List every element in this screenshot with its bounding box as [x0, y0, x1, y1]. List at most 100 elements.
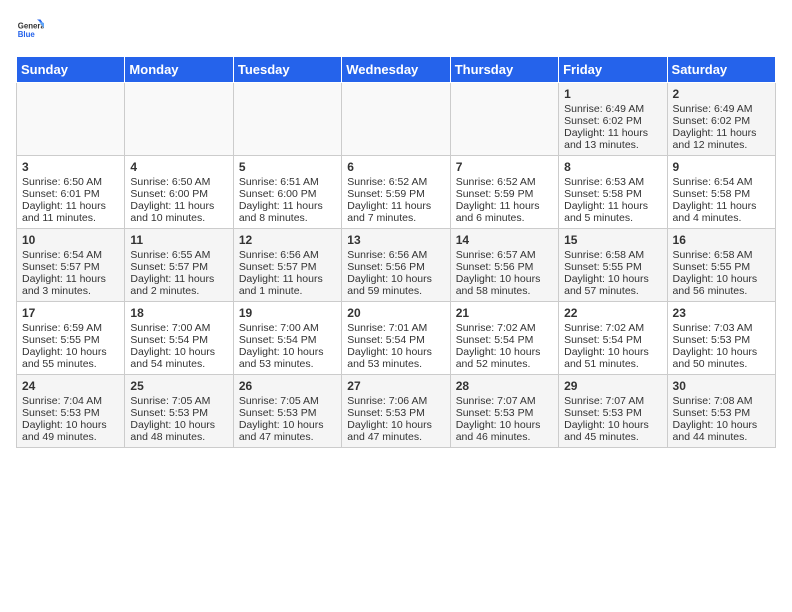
calendar-cell — [342, 83, 450, 156]
day-number: 3 — [22, 160, 119, 174]
weekday-header-sunday: Sunday — [17, 57, 125, 83]
day-info: Daylight: 10 hours and 50 minutes. — [673, 346, 770, 370]
day-info: Sunrise: 6:51 AM — [239, 176, 336, 188]
day-info: Sunset: 5:57 PM — [22, 261, 119, 273]
day-info: Sunset: 5:59 PM — [347, 188, 444, 200]
day-info: Sunrise: 7:01 AM — [347, 322, 444, 334]
day-info: Daylight: 10 hours and 55 minutes. — [22, 346, 119, 370]
calendar-cell: 13Sunrise: 6:56 AMSunset: 5:56 PMDayligh… — [342, 229, 450, 302]
weekday-header-saturday: Saturday — [667, 57, 775, 83]
day-info: Daylight: 10 hours and 53 minutes. — [239, 346, 336, 370]
day-number: 8 — [564, 160, 661, 174]
calendar-cell: 17Sunrise: 6:59 AMSunset: 5:55 PMDayligh… — [17, 302, 125, 375]
day-info: Sunset: 5:57 PM — [239, 261, 336, 273]
calendar-cell: 21Sunrise: 7:02 AMSunset: 5:54 PMDayligh… — [450, 302, 558, 375]
day-info: Sunset: 5:54 PM — [130, 334, 227, 346]
day-info: Daylight: 10 hours and 53 minutes. — [347, 346, 444, 370]
weekday-header-friday: Friday — [559, 57, 667, 83]
calendar-cell: 15Sunrise: 6:58 AMSunset: 5:55 PMDayligh… — [559, 229, 667, 302]
calendar-cell — [450, 83, 558, 156]
day-info: Sunrise: 6:58 AM — [673, 249, 770, 261]
day-info: Sunrise: 6:49 AM — [673, 103, 770, 115]
day-info: Daylight: 11 hours and 5 minutes. — [564, 200, 661, 224]
calendar-cell: 11Sunrise: 6:55 AMSunset: 5:57 PMDayligh… — [125, 229, 233, 302]
calendar-cell: 2Sunrise: 6:49 AMSunset: 6:02 PMDaylight… — [667, 83, 775, 156]
calendar-cell: 22Sunrise: 7:02 AMSunset: 5:54 PMDayligh… — [559, 302, 667, 375]
day-info: Daylight: 11 hours and 12 minutes. — [673, 127, 770, 151]
day-number: 6 — [347, 160, 444, 174]
day-info: Sunrise: 7:07 AM — [456, 395, 553, 407]
logo: General Blue — [16, 16, 48, 44]
day-info: Sunrise: 7:02 AM — [564, 322, 661, 334]
day-info: Sunrise: 7:03 AM — [673, 322, 770, 334]
day-info: Sunrise: 6:59 AM — [22, 322, 119, 334]
calendar-cell: 25Sunrise: 7:05 AMSunset: 5:53 PMDayligh… — [125, 375, 233, 448]
day-info: Sunrise: 6:49 AM — [564, 103, 661, 115]
day-info: Daylight: 11 hours and 13 minutes. — [564, 127, 661, 151]
calendar-cell: 30Sunrise: 7:08 AMSunset: 5:53 PMDayligh… — [667, 375, 775, 448]
day-info: Daylight: 10 hours and 58 minutes. — [456, 273, 553, 297]
day-info: Sunset: 6:02 PM — [564, 115, 661, 127]
day-info: Sunset: 5:54 PM — [564, 334, 661, 346]
weekday-header-monday: Monday — [125, 57, 233, 83]
day-info: Sunset: 5:54 PM — [347, 334, 444, 346]
day-info: Daylight: 10 hours and 51 minutes. — [564, 346, 661, 370]
calendar-cell: 5Sunrise: 6:51 AMSunset: 6:00 PMDaylight… — [233, 156, 341, 229]
day-info: Daylight: 10 hours and 52 minutes. — [456, 346, 553, 370]
day-info: Daylight: 11 hours and 1 minute. — [239, 273, 336, 297]
day-info: Daylight: 11 hours and 11 minutes. — [22, 200, 119, 224]
day-info: Sunset: 5:56 PM — [347, 261, 444, 273]
calendar-cell: 8 Sunrise: 6:53 AMSunset: 5:58 PMDaylight… — [559, 156, 667, 229]
calendar-table: SundayMondayTuesdayWednesdayThursdayFrid… — [16, 56, 776, 448]
calendar-cell: 10Sunrise: 6:54 AMSunset: 5:57 PMDayligh… — [17, 229, 125, 302]
day-number: 16 — [673, 233, 770, 247]
day-info: Sunrise: 7:05 AM — [130, 395, 227, 407]
day-info: Sunset: 6:00 PM — [130, 188, 227, 200]
day-info: Daylight: 10 hours and 54 minutes. — [130, 346, 227, 370]
logo-icon: General Blue — [16, 16, 44, 44]
calendar-cell: 9Sunrise: 6:54 AMSunset: 5:58 PMDaylight… — [667, 156, 775, 229]
day-info: Sunrise: 6:53 AM — [564, 176, 661, 188]
day-info: Sunset: 5:58 PM — [564, 188, 661, 200]
day-info: Sunset: 6:00 PM — [239, 188, 336, 200]
day-number: 2 — [673, 87, 770, 101]
day-number: 25 — [130, 379, 227, 393]
day-number: 7 — [456, 160, 553, 174]
day-info: Sunset: 5:53 PM — [130, 407, 227, 419]
day-info: Sunrise: 6:50 AM — [130, 176, 227, 188]
weekday-header-wednesday: Wednesday — [342, 57, 450, 83]
calendar-cell: 7Sunrise: 6:52 AMSunset: 5:59 PMDaylight… — [450, 156, 558, 229]
day-info: Sunset: 5:53 PM — [22, 407, 119, 419]
day-info: Daylight: 10 hours and 59 minutes. — [347, 273, 444, 297]
day-info: Sunset: 5:53 PM — [564, 407, 661, 419]
day-info: Sunrise: 7:04 AM — [22, 395, 119, 407]
day-number: 10 — [22, 233, 119, 247]
day-info: Sunset: 5:54 PM — [239, 334, 336, 346]
day-info: Sunrise: 6:56 AM — [239, 249, 336, 261]
day-info: Sunset: 5:54 PM — [456, 334, 553, 346]
calendar-cell — [17, 83, 125, 156]
day-info: Sunset: 5:55 PM — [22, 334, 119, 346]
day-info: Sunset: 5:53 PM — [347, 407, 444, 419]
day-number: 4 — [130, 160, 227, 174]
day-info: Daylight: 11 hours and 4 minutes. — [673, 200, 770, 224]
day-info: Sunset: 5:56 PM — [456, 261, 553, 273]
day-info: Daylight: 11 hours and 3 minutes. — [22, 273, 119, 297]
day-info: Sunrise: 7:00 AM — [130, 322, 227, 334]
day-number: 27 — [347, 379, 444, 393]
day-info: Sunrise: 6:54 AM — [673, 176, 770, 188]
day-info: Sunset: 5:53 PM — [456, 407, 553, 419]
day-info: Sunset: 6:01 PM — [22, 188, 119, 200]
day-number: 18 — [130, 306, 227, 320]
day-number: 20 — [347, 306, 444, 320]
day-number: 14 — [456, 233, 553, 247]
calendar-cell: 12Sunrise: 6:56 AMSunset: 5:57 PMDayligh… — [233, 229, 341, 302]
day-number: 11 — [130, 233, 227, 247]
calendar-cell: 14Sunrise: 6:57 AMSunset: 5:56 PMDayligh… — [450, 229, 558, 302]
calendar-cell: 3Sunrise: 6:50 AMSunset: 6:01 PMDaylight… — [17, 156, 125, 229]
day-info: Sunrise: 7:07 AM — [564, 395, 661, 407]
day-number: 28 — [456, 379, 553, 393]
calendar-cell: 6Sunrise: 6:52 AMSunset: 5:59 PMDaylight… — [342, 156, 450, 229]
day-info: Daylight: 10 hours and 57 minutes. — [564, 273, 661, 297]
day-info: Sunset: 5:55 PM — [673, 261, 770, 273]
